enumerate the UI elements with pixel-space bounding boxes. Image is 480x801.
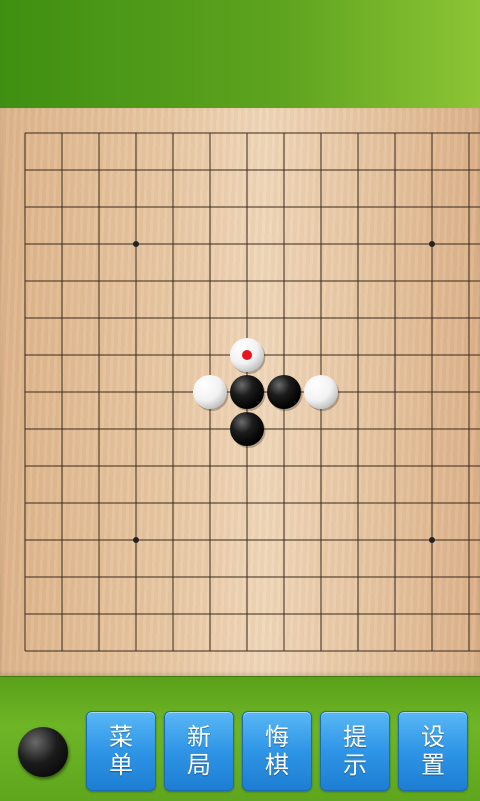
settings-button-label-1: 设 [421, 723, 445, 751]
black-stone [267, 375, 301, 409]
star-point [429, 241, 435, 247]
white-stone [304, 375, 338, 409]
hint-button-label-1: 提 [343, 723, 367, 751]
star-point [133, 537, 139, 543]
new-game-button[interactable]: 新 局 [164, 711, 234, 791]
settings-button-label-2: 置 [421, 751, 445, 779]
bottom-toolbar: 菜 单 新 局 悔 棋 提 示 设 置 [0, 676, 480, 801]
undo-button[interactable]: 悔 棋 [242, 711, 312, 791]
menu-button-label-1: 菜 [109, 723, 133, 751]
new-game-button-label-1: 新 [187, 723, 211, 751]
hint-button[interactable]: 提 示 [320, 711, 390, 791]
game-board-area [0, 108, 480, 676]
settings-button[interactable]: 设 置 [398, 711, 468, 791]
undo-button-label-1: 悔 [265, 723, 289, 751]
last-move-marker [242, 350, 252, 360]
black-stone [230, 375, 264, 409]
new-game-button-label-2: 局 [187, 751, 211, 779]
star-point [133, 241, 139, 247]
white-stone [193, 375, 227, 409]
hint-button-label-2: 示 [343, 751, 367, 779]
current-turn-stone-icon [18, 727, 68, 777]
gomoku-board[interactable] [0, 108, 480, 676]
star-point [429, 537, 435, 543]
menu-button-label-2: 单 [109, 751, 133, 779]
top-bar [0, 0, 480, 108]
undo-button-label-2: 棋 [265, 751, 289, 779]
black-stone [230, 412, 264, 446]
menu-button[interactable]: 菜 单 [86, 711, 156, 791]
